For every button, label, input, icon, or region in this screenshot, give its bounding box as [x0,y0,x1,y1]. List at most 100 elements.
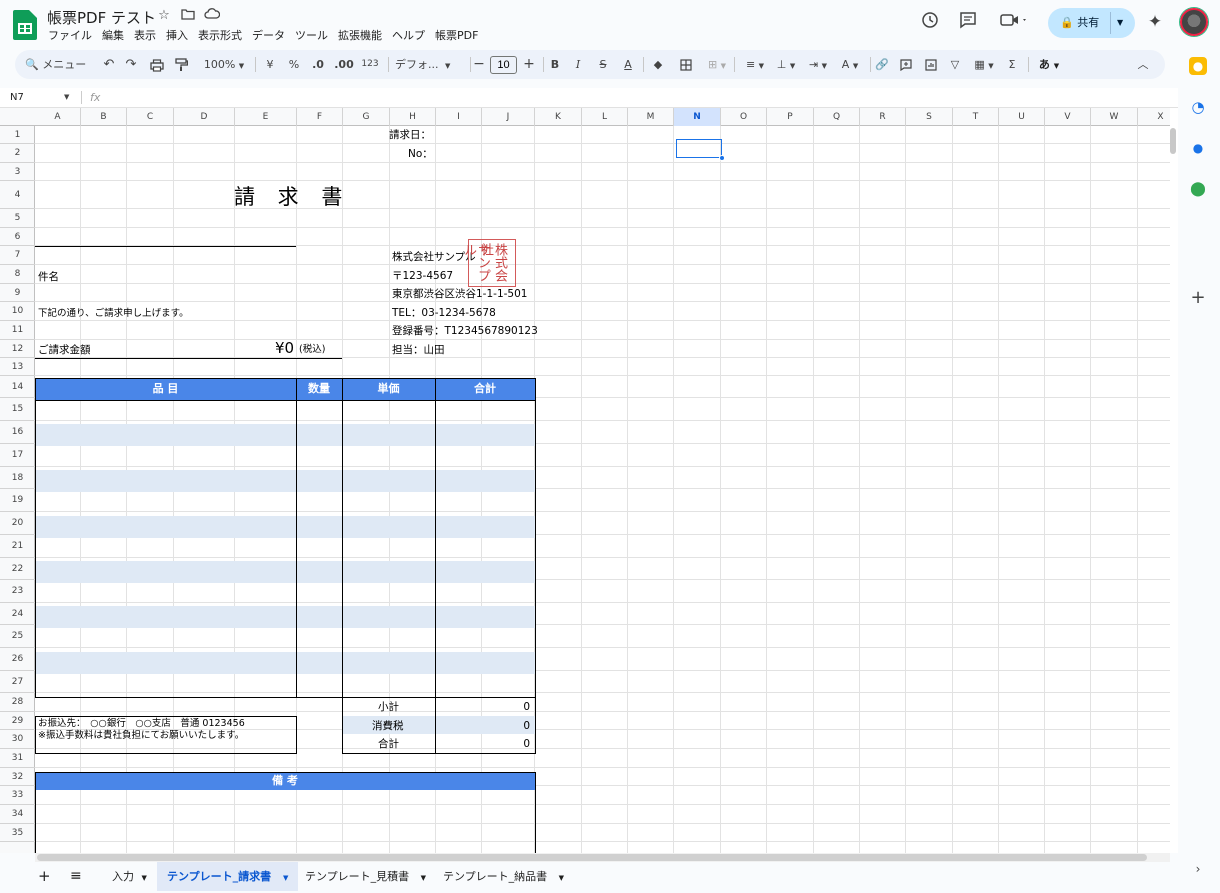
column-header-c[interactable]: C [127,108,174,126]
row-header-20[interactable]: 20 [0,512,35,535]
redo-icon[interactable]: ↷ [123,50,139,79]
column-header-l[interactable]: L [582,108,628,126]
filter-views-icon[interactable]: ▦ ▼ [970,50,998,79]
hide-side-panel-icon[interactable]: › [1189,860,1207,878]
row-header-22[interactable]: 22 [0,558,35,580]
font-family-select[interactable]: デフォ... ▼ [395,50,457,79]
column-header-r[interactable]: R [860,108,906,126]
column-header-m[interactable]: M [628,108,674,126]
row-header-13[interactable]: 13 [0,358,35,376]
sheet-tab-delivery-template[interactable]: テンプレート_納品書 ▼ [433,862,574,891]
get-addons-icon[interactable]: + [1189,289,1207,307]
bold-icon[interactable]: B [549,50,561,79]
version-history-icon[interactable] [919,11,941,33]
text-rotation-icon[interactable]: A ▼ [837,50,863,79]
row-header-23[interactable]: 23 [0,580,35,603]
name-box[interactable]: N7 [10,88,24,107]
column-header-x[interactable]: X [1138,108,1170,126]
gemini-sparkle-icon[interactable]: ✦ [1144,11,1166,33]
share-button[interactable]: 🔒 共有 ▼ [1048,8,1135,38]
row-header-26[interactable]: 26 [0,648,35,671]
row-header-12[interactable]: 12 [0,340,35,358]
menu-format[interactable]: 表示形式 [193,29,247,43]
vertical-scroll-thumb[interactable] [1170,128,1176,154]
row-header-32[interactable]: 32 [0,768,35,786]
text-color-icon[interactable]: A [621,50,635,79]
row-header-18[interactable]: 18 [0,467,35,489]
column-header-q[interactable]: Q [814,108,860,126]
print-icon[interactable] [148,50,166,79]
keep-icon[interactable]: ● [1189,57,1207,75]
row-header-35[interactable]: 35 [0,824,35,842]
zoom-select[interactable]: 100% ▼ [200,50,248,79]
column-header-o[interactable]: O [721,108,767,126]
row-header-34[interactable]: 34 [0,805,35,824]
column-header-w[interactable]: W [1091,108,1138,126]
row-header-29[interactable]: 29 [0,712,35,730]
maps-icon[interactable]: ⬤ [1189,180,1207,198]
row-header-3[interactable]: 3 [0,163,35,181]
sheet-tab-invoice-template[interactable]: テンプレート_請求書 ▼ [157,862,299,891]
share-dropdown-icon[interactable]: ▼ [1117,8,1123,38]
borders-icon[interactable] [679,50,693,79]
row-header-7[interactable]: 7 [0,246,35,265]
row-header-33[interactable]: 33 [0,786,35,805]
sheet-tab-quote-template[interactable]: テンプレート_見積書 ▼ [295,862,436,891]
column-header-n[interactable]: N [674,108,721,126]
italic-icon[interactable]: I [572,50,584,79]
menu-extensions[interactable]: 拡張機能 [333,29,387,43]
name-box-dropdown-icon[interactable]: ▼ [64,88,69,107]
insert-chart-icon[interactable] [924,50,938,79]
input-tools-button[interactable]: あ ▼ [1035,50,1063,79]
font-size-input[interactable] [490,56,517,74]
filter-icon[interactable]: ▽ [948,50,962,79]
fill-handle[interactable] [719,155,725,161]
menu-edit[interactable]: 編集 [97,29,129,43]
column-header-g[interactable]: G [343,108,390,126]
fill-color-icon[interactable]: ◆ [651,50,665,79]
vertical-align-icon[interactable]: ⊥ ▼ [773,50,799,79]
row-header-25[interactable]: 25 [0,625,35,648]
undo-icon[interactable]: ↶ [101,50,117,79]
strikethrough-icon[interactable]: S [596,50,610,79]
active-cell-selection[interactable] [676,139,722,158]
menu-view[interactable]: 表示 [129,29,161,43]
currency-format-button[interactable]: ¥ [263,50,277,79]
spreadsheet-grid[interactable]: ABCDEFGHIJKLMNOPQRSTUVWX 1 2 3 4 5 6 7 8 9 10 11 12… [0,108,1170,853]
row-header-9[interactable]: 9 [0,284,35,302]
row-header-24[interactable]: 24 [0,603,35,625]
column-header-d[interactable]: D [174,108,235,126]
column-header-i[interactable]: I [436,108,482,126]
font-size-increase-icon[interactable]: + [523,50,535,79]
row-header-16[interactable]: 16 [0,421,35,444]
insert-comment-icon[interactable] [899,50,913,79]
cloud-status-icon[interactable] [204,8,221,24]
row-header-2[interactable]: 2 [0,144,35,163]
column-header-f[interactable]: F [297,108,343,126]
functions-icon[interactable]: Σ [1005,50,1019,79]
decrease-decimal-button[interactable]: .0 [310,50,326,79]
row-header-19[interactable]: 19 [0,489,35,512]
row-header-31[interactable]: 31 [0,749,35,768]
menu-chohyo-pdf[interactable]: 帳票PDF [430,29,483,43]
horizontal-scroll-thumb[interactable] [37,854,1147,861]
row-header-15[interactable]: 15 [0,398,35,421]
contacts-icon[interactable]: ● [1189,139,1207,157]
merge-cells-icon[interactable]: ⊞ ▼ [704,50,730,79]
row-header-14[interactable]: 14 [0,376,35,398]
font-size-decrease-icon[interactable]: − [473,50,485,79]
column-header-s[interactable]: S [906,108,953,126]
paint-format-icon[interactable] [172,50,190,79]
row-header-28[interactable]: 28 [0,693,35,712]
menu-search-button[interactable]: 🔍 メニュー [25,50,103,79]
row-header-30[interactable]: 30 [0,730,35,749]
row-header-21[interactable]: 21 [0,535,35,558]
row-header-17[interactable]: 17 [0,444,35,467]
row-header-4[interactable]: 4 [0,181,35,209]
tasks-icon[interactable]: ◔ [1189,98,1207,116]
increase-decimal-button[interactable]: .00 [334,50,354,79]
vertical-scrollbar[interactable] [1170,108,1178,853]
column-header-v[interactable]: V [1045,108,1091,126]
collapse-toolbar-icon[interactable]: ︿ [1136,50,1150,79]
menu-tools[interactable]: ツール [290,29,333,43]
